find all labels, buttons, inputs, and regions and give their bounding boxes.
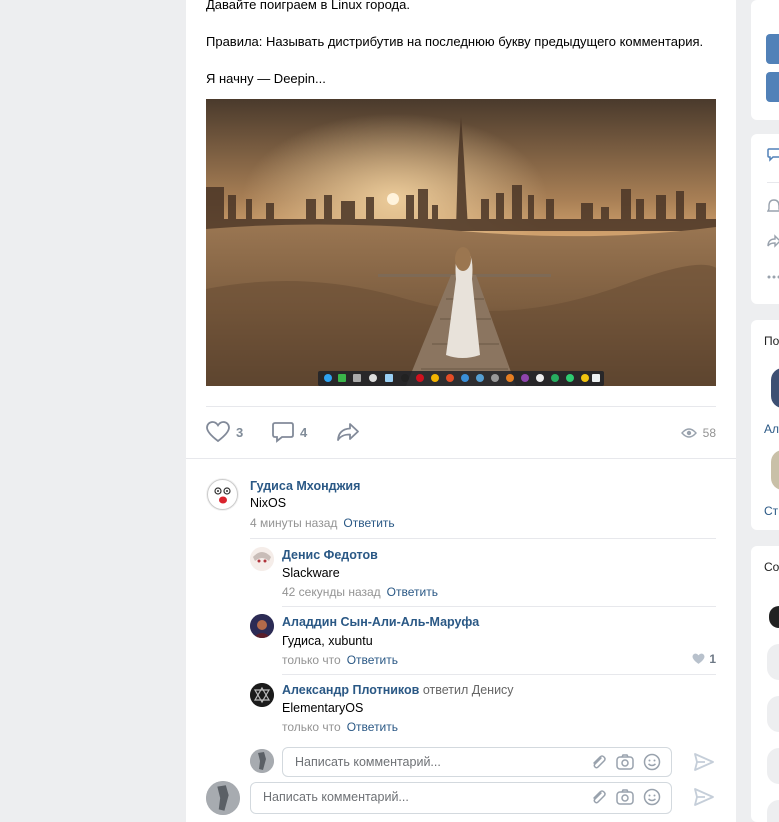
input-icons [589,753,661,771]
comment-time[interactable]: 4 минуты назад [250,516,337,530]
comment-time[interactable]: 42 секунды назад [282,585,381,599]
comment-author[interactable]: Александр Плотников ответил Денису [282,683,514,697]
reply-link[interactable]: Ответить [387,585,438,599]
camera-icon[interactable] [615,788,635,806]
avatar[interactable] [767,800,779,822]
avatar[interactable] [771,450,779,490]
comment-meta: 42 секунды назад Ответить [282,585,438,599]
reply-link[interactable]: Ответить [347,653,398,667]
views-count: 58 [702,426,716,440]
smile-icon[interactable] [643,753,661,771]
comment-meta: 4 минуты назад Ответить [250,516,395,530]
more-icon[interactable] [767,274,779,280]
sidebar-block-people: По Ал Ст [751,320,779,530]
comment-like-count: 1 [709,652,716,666]
sidebar-block-actions [751,134,779,304]
send-button[interactable] [693,787,715,810]
reply-link[interactable]: Ответить [343,516,394,530]
post-photo[interactable] [206,99,716,386]
avatar[interactable] [767,748,779,784]
sidebar-person-name[interactable]: Ст [764,504,779,518]
my-avatar [206,781,240,815]
post-text-line: Давайте поиграем в Linux города. [206,0,410,12]
sidebar-heading: По [764,334,779,348]
user-avatar-icon [250,614,274,638]
desert-city-image [206,99,716,386]
smile-icon[interactable] [643,788,661,806]
divider [282,674,716,675]
divider [767,182,779,183]
reply-link[interactable]: Ответить [347,720,398,734]
avatar[interactable] [769,606,779,628]
send-button[interactable] [693,752,715,775]
divider [250,538,716,539]
anime-avatar-icon [250,547,274,571]
comment-text: ElementaryOS [282,701,364,715]
sidebar-heading: Со [764,560,779,574]
replied-to[interactable]: ответил Денису [423,683,514,697]
comment-meta: только что Ответить [282,720,398,734]
avatar[interactable] [250,614,274,638]
user-avatar-icon [250,749,274,773]
send-icon [694,753,714,771]
avatar[interactable] [767,644,779,680]
comment-text: Гудиса, xubuntu [282,634,373,648]
heart-icon [206,421,230,443]
send-icon [694,788,714,806]
sidebar-primary-button[interactable] [766,34,779,64]
comment-time[interactable]: только что [282,720,341,734]
share-icon[interactable] [767,234,779,248]
comment-button[interactable]: 4 [272,421,307,443]
comment-author[interactable]: Денис Федотов [282,548,378,562]
comment-author[interactable]: Аладдин Сын-Али-Аль-Маруфа [282,615,479,629]
my-avatar [250,749,274,773]
comment-icon [272,422,294,443]
avatar[interactable] [767,696,779,732]
avatar[interactable] [206,478,239,511]
user-avatar-icon [206,781,240,815]
main-comment-placeholder: Написать комментарий... [263,790,409,804]
comment-meta: только что Ответить [282,653,398,667]
heart-icon [692,653,705,664]
like-button[interactable]: 3 [206,421,243,443]
post-text-line: Я начну — Deepin... [206,71,326,86]
camera-icon[interactable] [615,753,635,771]
sidebar-person-name[interactable]: Ал [764,422,779,436]
comment-author[interactable]: Гудиса Мхонджия [250,479,360,493]
share-icon [337,423,359,441]
troll-face-avatar-icon [207,479,238,510]
post-text-line: Правила: Называть дистрибутив на последн… [206,34,704,49]
reply-comment-input[interactable]: Написать комментарий... [282,747,672,777]
avatar[interactable] [250,683,274,707]
paperclip-icon[interactable] [589,788,607,806]
paperclip-icon[interactable] [589,753,607,771]
divider [282,606,716,607]
eye-icon [680,428,697,438]
triangle-logo-avatar-icon [250,683,274,707]
post-card: Давайте поиграем в Linux города. Правила… [186,0,736,822]
reply-comment-placeholder: Написать комментарий... [295,755,441,769]
comment-like-button[interactable]: 1 [692,652,716,666]
sidebar-block-communities: Со [751,546,779,822]
avatar[interactable] [771,368,779,408]
like-count: 3 [236,424,244,440]
input-icons [589,788,661,806]
sidebar-primary-button[interactable] [766,72,779,102]
comments-section: Гудиса Мхонджия NixOS 4 минуты назад Отве… [186,458,736,822]
views-counter: 58 [680,426,716,440]
share-button[interactable] [336,421,360,443]
post-actions: 3 4 58 [206,406,716,458]
comment-count: 4 [300,424,308,440]
comment-text: Slackware [282,566,340,580]
avatar[interactable] [250,547,274,571]
comment-icon[interactable] [767,148,779,162]
main-comment-input[interactable]: Написать комментарий... [250,782,672,814]
bell-icon[interactable] [767,198,779,214]
comment-time[interactable]: только что [282,653,341,667]
comment-text: NixOS [250,496,287,510]
comment-author-name[interactable]: Александр Плотников [282,683,419,697]
